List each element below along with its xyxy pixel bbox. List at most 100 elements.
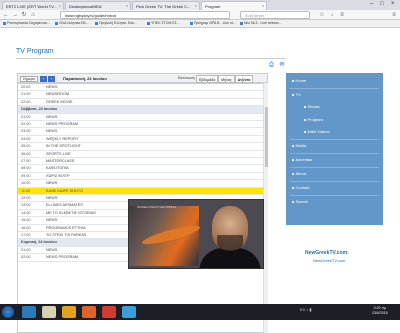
sidebar-item-contact[interactable]: Contact	[292, 185, 309, 190]
promo-heading[interactable]: NewGreekTV.com:	[305, 250, 349, 256]
event-name: KANE KAIPE SHOTO	[46, 188, 84, 193]
event-time: 20:00	[21, 85, 31, 89]
library-icon[interactable]: ≡	[338, 11, 346, 19]
event-time: 13:00	[21, 203, 31, 208]
prev-button[interactable]: ‹	[40, 76, 47, 82]
start-icon[interactable]	[2, 306, 14, 318]
minimize-icon[interactable]: –	[370, 1, 373, 7]
back-icon[interactable]: ←	[2, 11, 10, 19]
forward-icon[interactable]: →	[11, 11, 19, 19]
sidebar-item-shows[interactable]: Shows	[304, 104, 320, 109]
agenda-event-row[interactable]: 08:00 ΚΑΦΟΤΟΠΙΑ	[18, 165, 267, 173]
bullet-icon	[292, 187, 294, 189]
agenda-event-row[interactable]: 11:00 KANE KAIPE SHOTO	[18, 187, 267, 195]
speaker-icon[interactable]: ♪	[306, 307, 308, 312]
home-icon[interactable]: ⌂	[29, 11, 37, 19]
language-indicator[interactable]: ΕΛ	[300, 307, 305, 312]
tab-agenda[interactable]: Ατζέντα	[234, 75, 254, 83]
browser-tab-desktop[interactable]: DesktopbrowMDN ×	[65, 1, 131, 10]
title-divider	[16, 58, 286, 59]
star-icon[interactable]: ☆	[318, 11, 326, 19]
network-icon[interactable]: ▮	[309, 307, 311, 312]
sidebar-item-main-videos[interactable]: Main Videos	[304, 129, 329, 134]
event-name: PROGRAMOS ETTHIA	[46, 225, 86, 230]
page-title: TV Program	[16, 48, 54, 55]
agenda-event-row[interactable]: 21:00 NEWSROOM	[18, 91, 267, 99]
close-icon[interactable]: ×	[126, 3, 128, 8]
print-button[interactable]: Εκτύπωση	[178, 76, 195, 80]
browser-tab-bar: ERT2 LIVE (ERT World TV... × DesktopbrowM…	[0, 0, 400, 10]
explorer-icon[interactable]	[42, 306, 56, 318]
agenda-event-row[interactable]: 03:00 NEWS	[18, 128, 267, 136]
window-close-icon[interactable]: ×	[391, 1, 395, 7]
bookmark-item[interactable]: Προβολή Ελληνικ. Εκκ...	[95, 21, 137, 25]
event-time: 05:00	[21, 144, 31, 149]
today-button[interactable]: Σήμερα	[20, 76, 38, 82]
agenda-event-row[interactable]: 01:00 NEWS	[18, 114, 267, 121]
close-icon[interactable]: ×	[195, 3, 197, 8]
firefox-icon[interactable]	[82, 306, 96, 318]
refresh-icon[interactable]: ↻	[20, 11, 28, 19]
ie-icon[interactable]	[22, 306, 36, 318]
tab-label: Ρion Greek TV: The Greek C...	[136, 4, 191, 9]
maximize-icon[interactable]: □	[380, 1, 384, 7]
agenda-event-row[interactable]: 10:00 NEWS	[18, 180, 267, 188]
event-time: 15:00	[21, 218, 31, 223]
event-time: 21:00	[21, 92, 31, 97]
event-time: 09:00	[21, 173, 31, 178]
email-icon[interactable]: ✉	[279, 62, 284, 68]
bookmark-item[interactable]: Pennsylvania Ζαχαρία και...	[3, 21, 50, 25]
menu-icon[interactable]: ≡	[390, 11, 398, 19]
event-time: 02:00	[21, 255, 31, 260]
agenda-event-row[interactable]: 05:00 IN THE SPOTLIGHT	[18, 143, 267, 151]
clock[interactable]: 3:29 πμ 23/6/2018	[372, 306, 388, 316]
sidebar-item-program[interactable]: Program	[304, 117, 323, 122]
next-button[interactable]: ›	[48, 76, 55, 82]
bookmark-item[interactable]: ΟΛΑ ελληνικα Β3...	[55, 21, 89, 25]
bullet-icon	[292, 159, 294, 161]
sidebar-divider	[290, 88, 379, 89]
event-name: ΧΩΡΙΣ ΦΙΛΤΡ	[46, 173, 70, 178]
event-time: 16:00	[21, 225, 31, 230]
print-icon[interactable]: ⎙	[269, 62, 274, 68]
clock-date: 23/6/2018	[372, 311, 388, 315]
agenda-event-row[interactable]: 09:00 ΧΩΡΙΣ ΦΙΛΤΡ	[18, 173, 267, 181]
sidebar-item-about[interactable]: About	[292, 171, 306, 176]
video-player[interactable]: DANIEL KAPIOY ΕΚΠΟΜΠΗ ...	[128, 199, 264, 269]
promo-link[interactable]: NewGreekTV.com	[313, 258, 345, 263]
browser-tab-program[interactable]: Program ×	[201, 1, 267, 10]
sidebar-item-home[interactable]: Home	[292, 78, 306, 83]
url-bar[interactable]: www.ngtvplay.tv/guide/hnrcol	[60, 11, 230, 19]
browser-search-input[interactable]: Αναζήτηση	[240, 11, 310, 19]
media-player-icon[interactable]	[62, 306, 76, 318]
agenda-event-row[interactable]: 22:00 GREEK MOVIE	[18, 99, 267, 107]
tab-week[interactable]: Εβδομάδα	[196, 75, 219, 83]
browser-tab-ert2[interactable]: ERT2 LIVE (ERT World TV... ×	[2, 1, 64, 10]
browser-tab-greektv[interactable]: Ρion Greek TV: The Greek C... ×	[132, 1, 200, 10]
sidebar-item-media[interactable]: Media	[292, 143, 306, 148]
sidebar-item-search[interactable]: Search	[292, 199, 308, 204]
tab-month[interactable]: Μήνας	[218, 75, 235, 83]
event-name: TO STEKI TIS PAREAS	[46, 233, 87, 237]
bookmark-item[interactable]: ΥΠΕΚ ΣΤΟΜ ΕΣ...	[147, 21, 180, 25]
sidebar-item-tv[interactable]: TV	[292, 92, 301, 97]
sidebar-divider	[290, 139, 379, 140]
agenda-event-row[interactable]: 06:00 SPORTS LIVE	[18, 151, 267, 158]
sidebar-item-label: Main Videos	[307, 129, 330, 134]
agenda-event-row[interactable]: 20:00 NEWS	[18, 84, 267, 92]
close-icon[interactable]: ×	[59, 3, 61, 8]
download-icon[interactable]: ↓	[328, 11, 336, 19]
agenda-event-row[interactable]: 07:00 MASTERCLASS	[18, 158, 267, 166]
url-text: www.ngtvplay.tv/guide/hnrcol	[65, 13, 117, 18]
bookmark-item[interactable]: Νέο ΝL3 - Live stream...	[240, 21, 282, 25]
event-time: 11:00	[21, 188, 31, 193]
bookmark-item[interactable]: Πρόγραμ ΘΡΑ Β - Live st...	[190, 21, 236, 25]
agenda-event-row[interactable]: 02:00 NEWS PROGRAM	[18, 121, 267, 129]
opera-icon[interactable]	[102, 306, 116, 318]
system-tray: ΕΛ ♪ ▮	[300, 307, 312, 312]
sidebar-item-advertise[interactable]: Advertise	[292, 157, 312, 162]
app-icon[interactable]	[122, 306, 136, 318]
scrollbar-thumb[interactable]	[265, 107, 268, 167]
close-icon[interactable]: ×	[262, 3, 264, 8]
agenda-event-row[interactable]: 04:00 WEEKLY REPORT	[18, 136, 267, 144]
